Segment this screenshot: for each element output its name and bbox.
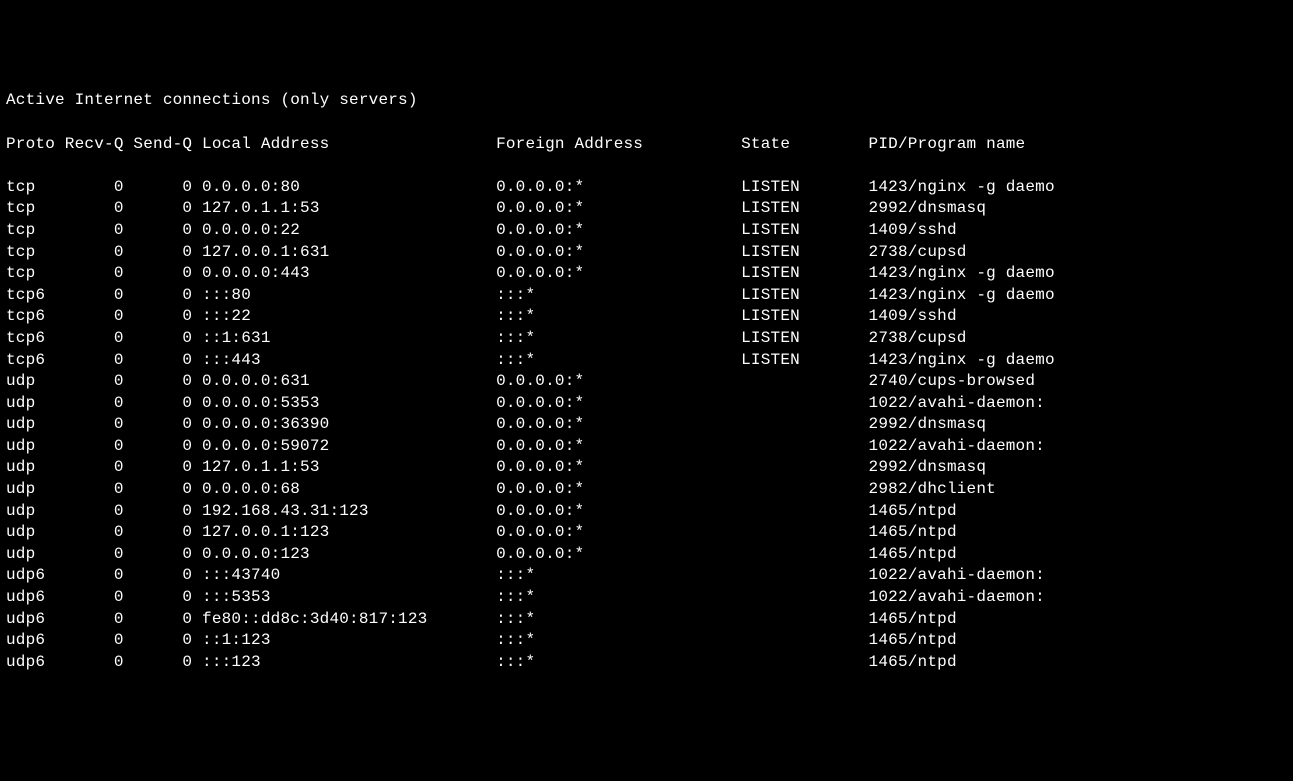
netstat-rows: tcp 0 0 0.0.0.0:80 0.0.0.0:* LISTEN 1423… [6,177,1287,674]
netstat-row: udp 0 0 127.0.1.1:53 0.0.0.0:* 2992/dnsm… [6,457,1287,479]
netstat-row: tcp 0 0 0.0.0.0:80 0.0.0.0:* LISTEN 1423… [6,177,1287,199]
netstat-header-row: Proto Recv-Q Send-Q Local Address Foreig… [6,134,1287,156]
netstat-row: udp 0 0 0.0.0.0:631 0.0.0.0:* 2740/cups-… [6,371,1287,393]
netstat-row: udp 0 0 192.168.43.31:123 0.0.0.0:* 1465… [6,501,1287,523]
netstat-row: udp6 0 0 ::1:123 :::* 1465/ntpd [6,630,1287,652]
netstat-row: udp 0 0 0.0.0.0:68 0.0.0.0:* 2982/dhclie… [6,479,1287,501]
netstat-row: tcp 0 0 0.0.0.0:22 0.0.0.0:* LISTEN 1409… [6,220,1287,242]
netstat-row: udp6 0 0 fe80::dd8c:3d40:817:123 :::* 14… [6,609,1287,631]
netstat-row: tcp6 0 0 :::22 :::* LISTEN 1409/sshd [6,306,1287,328]
netstat-row: udp6 0 0 :::5353 :::* 1022/avahi-daemon: [6,587,1287,609]
netstat-row: udp 0 0 0.0.0.0:123 0.0.0.0:* 1465/ntpd [6,544,1287,566]
netstat-row: udp 0 0 0.0.0.0:5353 0.0.0.0:* 1022/avah… [6,393,1287,415]
netstat-row: udp 0 0 0.0.0.0:36390 0.0.0.0:* 2992/dns… [6,414,1287,436]
netstat-row: udp 0 0 127.0.0.1:123 0.0.0.0:* 1465/ntp… [6,522,1287,544]
netstat-title: Active Internet connections (only server… [6,90,1287,112]
netstat-row: tcp 0 0 0.0.0.0:443 0.0.0.0:* LISTEN 142… [6,263,1287,285]
netstat-row: tcp6 0 0 :::443 :::* LISTEN 1423/nginx -… [6,350,1287,372]
netstat-row: tcp 0 0 127.0.1.1:53 0.0.0.0:* LISTEN 29… [6,198,1287,220]
netstat-row: udp6 0 0 :::43740 :::* 1022/avahi-daemon… [6,565,1287,587]
netstat-row: udp6 0 0 :::123 :::* 1465/ntpd [6,652,1287,674]
netstat-row: tcp6 0 0 :::80 :::* LISTEN 1423/nginx -g… [6,285,1287,307]
netstat-row: udp 0 0 0.0.0.0:59072 0.0.0.0:* 1022/ava… [6,436,1287,458]
netstat-row: tcp6 0 0 ::1:631 :::* LISTEN 2738/cupsd [6,328,1287,350]
netstat-row: tcp 0 0 127.0.0.1:631 0.0.0.0:* LISTEN 2… [6,242,1287,264]
